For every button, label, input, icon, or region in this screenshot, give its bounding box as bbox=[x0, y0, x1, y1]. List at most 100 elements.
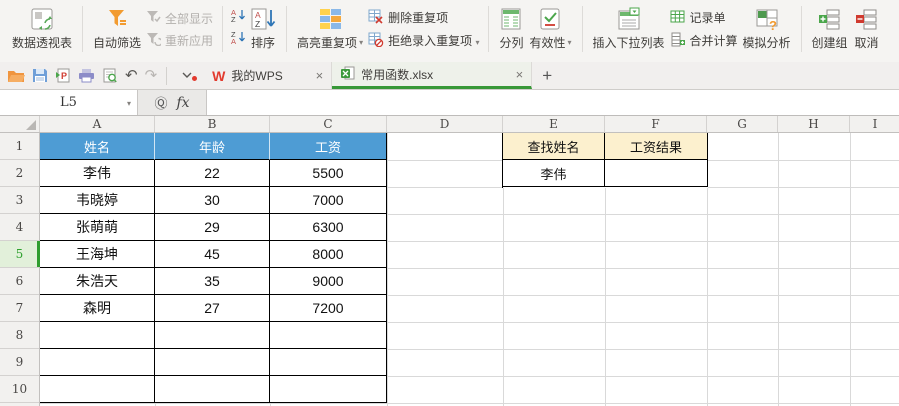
row-header-10[interactable]: 10 bbox=[0, 376, 39, 403]
cell-a7[interactable]: 森明 bbox=[40, 295, 155, 322]
cell-c2[interactable]: 5500 bbox=[270, 160, 387, 187]
consolidate-label: 合并计算 bbox=[690, 32, 738, 49]
reapply-button[interactable]: 重新应用 bbox=[144, 31, 215, 50]
validation-button[interactable]: 有效性 ▾ bbox=[526, 4, 574, 52]
cell-c5[interactable]: 8000 bbox=[270, 241, 387, 268]
consolidate-button[interactable]: 合并计算 bbox=[668, 31, 740, 51]
close-tab-icon[interactable]: × bbox=[316, 68, 324, 83]
row-header-3[interactable]: 3 bbox=[0, 187, 39, 214]
cell-c6[interactable]: 9000 bbox=[270, 268, 387, 295]
pivot-table-button[interactable]: 数据透视表 bbox=[9, 4, 75, 52]
cell-a10[interactable] bbox=[40, 376, 155, 403]
name-box-caret-icon[interactable]: ▾ bbox=[127, 99, 131, 108]
formula-input[interactable] bbox=[206, 90, 899, 115]
cell-c4[interactable]: 6300 bbox=[270, 214, 387, 241]
undo-icon[interactable]: ↶ bbox=[125, 68, 138, 83]
row-header-7[interactable]: 7 bbox=[0, 295, 39, 322]
auto-filter-button[interactable]: 自动筛选 bbox=[90, 4, 144, 52]
text-to-columns-label: 分列 bbox=[499, 36, 523, 50]
column-header-d[interactable]: D bbox=[387, 116, 503, 132]
new-tab-button[interactable]: + bbox=[532, 62, 562, 89]
cell-a8[interactable] bbox=[40, 322, 155, 349]
reject-duplicates-button[interactable]: 拒绝录入重复项 ▾ bbox=[366, 31, 481, 51]
row-header-6[interactable]: 6 bbox=[0, 268, 39, 295]
cell-a1[interactable]: 姓名 bbox=[40, 133, 155, 160]
row-header-1[interactable]: 1 bbox=[0, 133, 39, 160]
sort-descending-icon[interactable]: ZA bbox=[230, 30, 247, 50]
open-file-icon[interactable] bbox=[7, 68, 25, 83]
record-form-button[interactable]: 记录单 bbox=[668, 8, 740, 28]
row-header-4[interactable]: 4 bbox=[0, 214, 39, 241]
cell-b3[interactable]: 30 bbox=[155, 187, 270, 214]
delete-duplicates-label: 删除重复项 bbox=[388, 9, 448, 26]
cell-b9[interactable] bbox=[155, 349, 270, 376]
column-header-g[interactable]: G bbox=[707, 116, 778, 132]
column-header-h[interactable]: H bbox=[778, 116, 850, 132]
cell-e2[interactable]: 李伟 bbox=[503, 160, 605, 187]
create-group-icon bbox=[817, 6, 843, 33]
insert-dropdown-list-button[interactable]: 插入下拉列表 bbox=[590, 4, 668, 52]
customize-toolbar-button[interactable] bbox=[176, 72, 198, 79]
column-header-b[interactable]: B bbox=[155, 116, 270, 132]
row-header-5-selected[interactable]: 5 bbox=[0, 241, 39, 268]
print-icon[interactable] bbox=[78, 68, 95, 83]
cell-a3[interactable]: 韦晓婷 bbox=[40, 187, 155, 214]
cell-b1[interactable]: 年龄 bbox=[155, 133, 270, 160]
insert-function-icon[interactable]: fx bbox=[176, 95, 189, 111]
redo-icon[interactable]: ↷ bbox=[145, 68, 158, 83]
cell-b8[interactable] bbox=[155, 322, 270, 349]
cell-c7[interactable]: 7200 bbox=[270, 295, 387, 322]
what-if-analysis-label: 模拟分析 bbox=[743, 36, 791, 50]
tab-document[interactable]: 常用函数.xlsx × bbox=[332, 62, 532, 89]
close-tab-icon[interactable]: × bbox=[516, 67, 524, 82]
cell-a2[interactable]: 李伟 bbox=[40, 160, 155, 187]
cell-a5[interactable]: 王海坤 bbox=[40, 241, 155, 268]
save-icon[interactable] bbox=[32, 68, 48, 83]
column-header-c[interactable]: C bbox=[270, 116, 387, 132]
cell-c1[interactable]: 工资 bbox=[270, 133, 387, 160]
sort-button[interactable]: AZ 排序 bbox=[247, 4, 279, 52]
cell-f2[interactable] bbox=[605, 160, 708, 187]
cell-c10[interactable] bbox=[270, 376, 387, 403]
cell-a4[interactable]: 张萌萌 bbox=[40, 214, 155, 241]
cell-c3[interactable]: 7000 bbox=[270, 187, 387, 214]
cell-c8[interactable] bbox=[270, 322, 387, 349]
select-all-corner[interactable] bbox=[0, 116, 40, 132]
search-function-icon[interactable]: Ⓠ bbox=[154, 93, 167, 112]
column-header-f[interactable]: F bbox=[605, 116, 707, 132]
row-header-2[interactable]: 2 bbox=[0, 160, 39, 187]
column-header-e[interactable]: E bbox=[503, 116, 605, 132]
svg-text:A: A bbox=[231, 37, 236, 45]
cell-b2[interactable]: 22 bbox=[155, 160, 270, 187]
what-if-analysis-button[interactable]: ? 模拟分析 bbox=[740, 4, 794, 52]
highlight-duplicates-button[interactable]: 高亮重复项▾ bbox=[294, 4, 366, 52]
column-header-i[interactable]: I bbox=[850, 116, 899, 132]
text-to-columns-button[interactable]: 分列 bbox=[496, 4, 526, 52]
cell-a6[interactable]: 朱浩天 bbox=[40, 268, 155, 295]
create-group-label: 创建组 bbox=[812, 36, 848, 50]
export-pdf-icon[interactable]: P bbox=[55, 68, 71, 83]
cell-a9[interactable] bbox=[40, 349, 155, 376]
show-all-button[interactable]: 全部显示 bbox=[144, 9, 215, 28]
cell-b7[interactable]: 27 bbox=[155, 295, 270, 322]
cell-f1[interactable]: 工资结果 bbox=[605, 133, 708, 160]
sort-ascending-icon[interactable]: AZ bbox=[230, 8, 247, 28]
cell-c9[interactable] bbox=[270, 349, 387, 376]
cell-b10[interactable] bbox=[155, 376, 270, 403]
delete-duplicates-button[interactable]: 删除重复项 bbox=[366, 8, 481, 28]
cell-e1[interactable]: 查找姓名 bbox=[503, 133, 605, 160]
ungroup-button[interactable]: 取消 bbox=[851, 4, 883, 52]
svg-text:Z: Z bbox=[231, 15, 236, 23]
row-header-8[interactable]: 8 bbox=[0, 322, 39, 349]
caret-down-icon: ▾ bbox=[359, 36, 363, 50]
tab-my-wps[interactable]: W 我的WPS × bbox=[204, 62, 332, 89]
cell-b6[interactable]: 35 bbox=[155, 268, 270, 295]
column-header-a[interactable]: A bbox=[40, 116, 155, 132]
cell-b5[interactable]: 45 bbox=[155, 241, 270, 268]
cell-b4[interactable]: 29 bbox=[155, 214, 270, 241]
print-preview-icon[interactable] bbox=[102, 68, 118, 83]
filter-funnel-icon bbox=[105, 6, 129, 33]
name-box[interactable]: L5 ▾ bbox=[0, 90, 138, 115]
row-header-9[interactable]: 9 bbox=[0, 349, 39, 376]
create-group-button[interactable]: 创建组 bbox=[809, 4, 851, 52]
